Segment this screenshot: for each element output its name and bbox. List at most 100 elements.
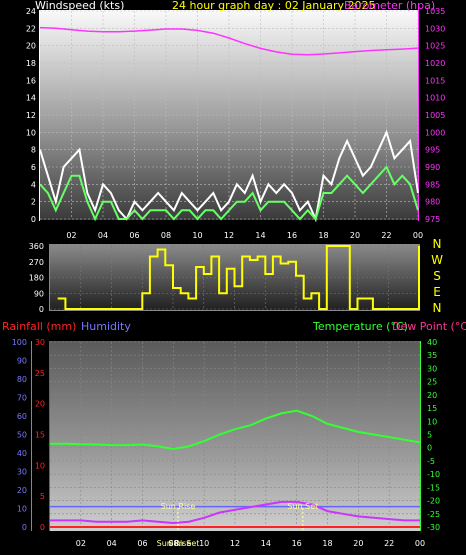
temp-x-tick-label: 20 [353,539,363,548]
rain-y-ticks: 0 5 10 15 20 25 30 [35,338,45,532]
temp-x-tick-label: 12 [230,539,240,548]
wind-y-tick-label: 22 [26,24,36,33]
temp-y-tick-label: -5 [427,457,435,466]
wind-x-tick-label: 10 [192,231,202,240]
compass-label-n: N [433,301,442,315]
temp-y-tick-label: 5 [427,431,432,440]
baro-y-tick-label: 1005 [425,111,445,120]
wind-x-tick-label: 18 [318,231,328,240]
temp-x-tick-label: 18 [322,539,332,548]
direction-y-tick-label: 270 [29,258,44,267]
baro-y-tick-label: 980 [425,198,440,207]
compass-label-e: E [433,285,441,299]
temp-y-tick-label: 25 [427,378,437,387]
baro-y-tick-label: 985 [425,180,440,189]
temp-y-tick-label: -15 [427,483,440,492]
temp-y-tick-label: -20 [427,497,440,506]
wind-axis-title: Windspeed (kts) [35,0,124,12]
baro-y-tick-label: 1030 [425,24,445,33]
temp-x-tick-label: 16 [292,539,302,548]
baro-y-ticks: 975 980 985 990 995 1000 1005 1010 1015 1020 1025 1… [425,7,445,224]
humidity-y-tick-label: 60 [17,412,27,421]
temp-y-tick-label: 35 [427,351,437,360]
temp-x-tick-label: 14 [261,539,271,548]
wind-y-tick-label: 2 [31,198,36,207]
temp-y-tick-label: 15 [427,404,437,413]
wind-x-tick-label: 04 [98,231,108,240]
rain-y-tick-label: 20 [35,400,45,409]
temp-y-tick-label: 40 [427,338,437,347]
wind-x-tick-label: 22 [381,231,391,240]
rain-axis-title: Rainfall (mm) [2,320,76,333]
direction-y-ticks: 0 90 180 270 360 [29,242,44,314]
wind-y-tick-label: 12 [26,111,36,120]
wind-y-tick-label: 18 [26,59,36,68]
rain-y-tick-label: 10 [35,461,45,470]
temp-x-tick-label: 22 [384,539,394,548]
compass-label-s: S [433,269,441,283]
wind-x-tick-label: 14 [255,231,265,240]
sunrise-label: Sun Rise [161,502,196,511]
humidity-y-tick-label: 100 [12,338,27,347]
temp-y-tick-label: 10 [427,417,437,426]
direction-y-tick-label: 90 [34,289,44,298]
humidity-y-tick-label: 50 [17,431,27,440]
humidity-y-tick-label: 20 [17,486,27,495]
temp-x-ticks: 02 04 06 08 10 12 14 16 18 20 22 00 [76,539,425,548]
rain-y-tick-label: 25 [35,369,45,378]
wind-x-ticks: 02 04 06 08 10 12 14 16 18 20 22 00 [66,231,423,240]
baro-y-tick-label: 1025 [425,42,445,51]
rain-y-tick-label: 30 [35,338,45,347]
baro-y-tick-label: 1020 [425,59,445,68]
wind-y-tick-label: 16 [26,76,36,85]
temp-x-tick-label: 04 [107,539,117,548]
humidity-y-ticks: 0 10 20 30 40 50 60 70 80 90 100 [12,338,27,532]
rain-y-tick-label: 0 [40,523,45,532]
wind-y-tick-label: 20 [26,42,36,51]
baro-y-tick-label: 975 [425,215,440,224]
temp-y-tick-label: -25 [427,510,440,519]
baro-y-tick-label: 1015 [425,76,445,85]
baro-axis-title: Barometer (hpa) [344,0,435,12]
wind-x-tick-label: 16 [287,231,297,240]
temp-y-tick-label: 20 [427,391,437,400]
direction-y-tick-label: 0 [39,305,44,314]
baro-y-tick-label: 990 [425,163,440,172]
wind-y-ticks: 024681012141618202224 [26,7,36,224]
temp-x-tick-label: 06 [137,539,147,548]
wind-y-tick-label: 10 [26,128,36,137]
humidity-y-tick-label: 70 [17,394,27,403]
temp-x-tick-label: 08 [168,539,178,548]
humidity-y-tick-label: 30 [17,468,27,477]
humidity-y-tick-label: 0 [22,523,27,532]
wind-x-tick-label: 20 [350,231,360,240]
weather-chart: 024681012141618202224 975980985990995100… [2,0,466,548]
humidity-y-tick-label: 10 [17,505,27,514]
temp-y-ticks: -30 -25 -20 -15 -10 -5 0 5 10 15 20 25 30 35 40 [427,338,440,532]
temp-y-tick-label: 0 [427,444,432,453]
humidity-y-tick-label: 80 [17,375,27,384]
temp-x-tick-label: 02 [76,539,86,548]
direction-y-tick-label: 360 [29,242,44,251]
temp-y-tick-label: -10 [427,470,440,479]
rain-y-tick-label: 15 [35,431,45,440]
baro-y-tick-label: 1000 [425,128,445,137]
direction-y-tick-label: 180 [29,274,44,283]
wind-y-tick-label: 6 [31,163,36,172]
compass-label-w: W [431,253,443,267]
baro-y-tick-label: 1010 [425,94,445,103]
wind-x-tick-label: 00 [413,231,423,240]
temp-y-tick-label: -30 [427,523,440,532]
humidity-axis-title: Humidity [81,320,131,333]
rain-y-tick-label: 5 [40,492,45,501]
temp-y-tick-label: 30 [427,364,437,373]
temp-x-tick-label: 10 [199,539,209,548]
wind-y-tick-label: 0 [31,215,36,224]
temp-x-tick-label: 00 [415,539,425,548]
sunset-label: Sun Set [287,502,318,511]
wind-x-tick-label: 02 [66,231,76,240]
wind-x-tick-label: 08 [161,231,171,240]
baro-y-tick-label: 995 [425,146,440,155]
wind-x-tick-label: 12 [224,231,234,240]
wind-y-tick-label: 14 [26,94,36,103]
